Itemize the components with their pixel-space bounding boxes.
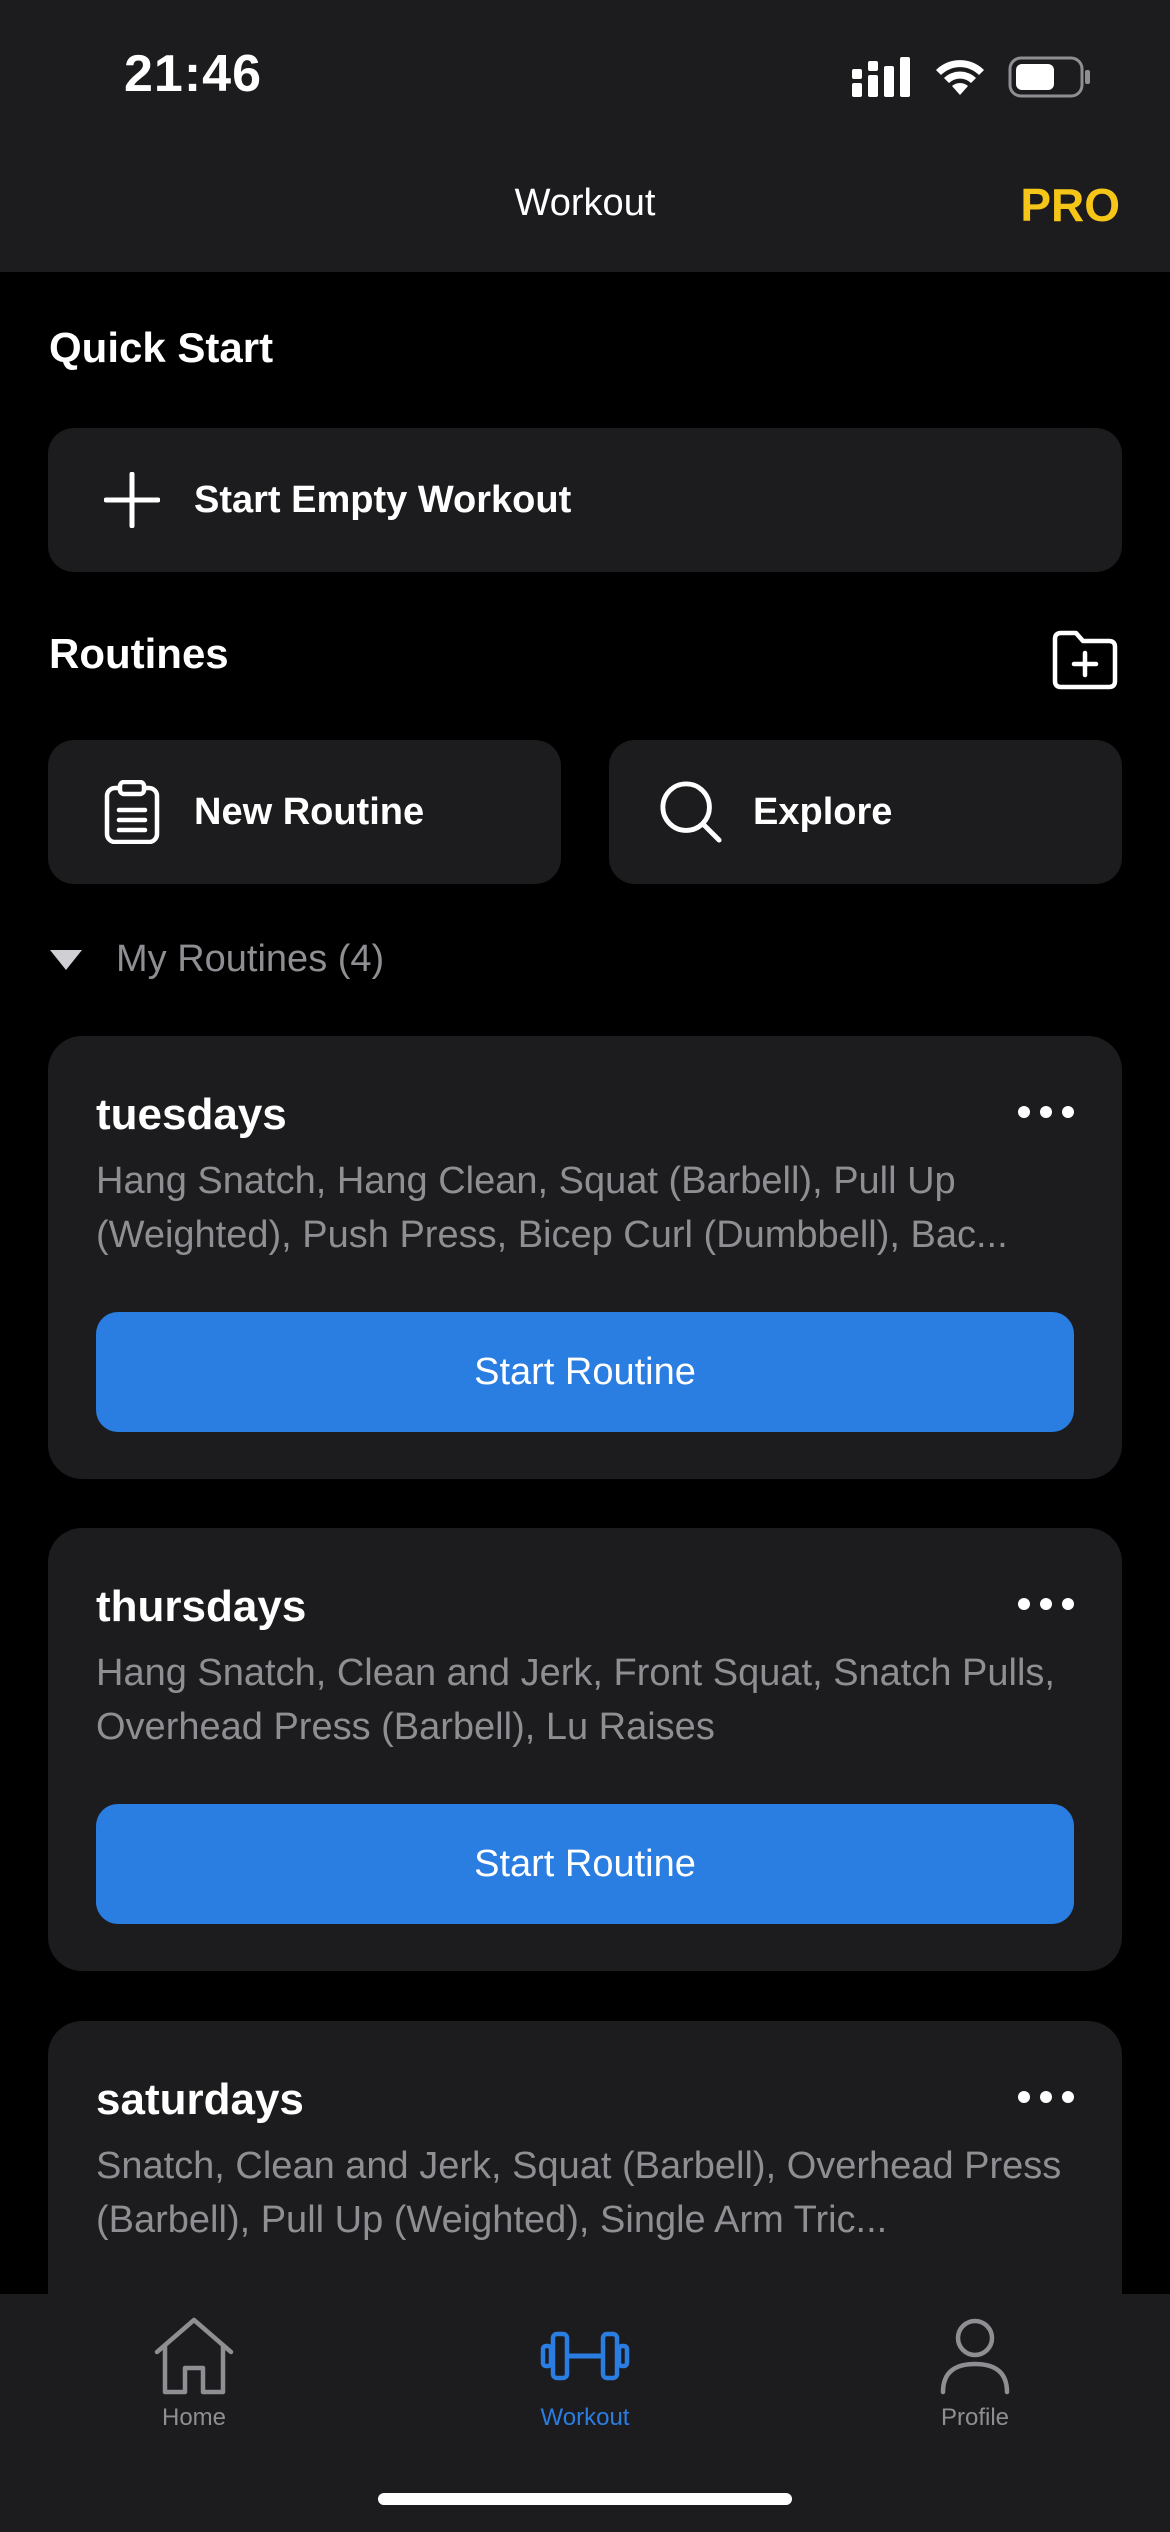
routine-title: saturdays — [96, 2075, 304, 2124]
status-time: 21:46 — [124, 45, 262, 103]
wifi-icon — [936, 60, 984, 95]
tab-workout[interactable]: Workout — [485, 2316, 685, 2432]
my-routines-toggle[interactable]: My Routines (4) — [50, 938, 384, 981]
tab-workout-label: Workout — [540, 2404, 630, 2431]
home-indicator — [378, 2493, 792, 2505]
tab-profile-label: Profile — [940, 2404, 1010, 2431]
plus-icon — [100, 468, 164, 532]
start-empty-workout-label: Start Empty Workout — [194, 478, 572, 521]
tab-home-label: Home — [161, 2404, 227, 2431]
start-routine-button[interactable]: Start Routine — [96, 1804, 1074, 1924]
tab-home[interactable]: Home — [94, 2316, 294, 2432]
new-routine-button[interactable]: New Routine — [48, 740, 561, 884]
routines-title: Routines — [49, 630, 229, 677]
tab-profile[interactable]: Profile — [875, 2316, 1075, 2432]
top-bar: 21:46 Workout PRO — [0, 0, 1170, 272]
start-empty-workout-button[interactable]: Start Empty Workout — [48, 428, 1122, 572]
pro-button[interactable]: PRO — [1020, 178, 1120, 232]
signal-icon — [852, 57, 910, 97]
clipboard-icon — [100, 780, 164, 844]
routine-exercises: Hang Snatch, Hang Clean, Squat (Barbell)… — [96, 1160, 1008, 1256]
new-folder-icon[interactable] — [1050, 623, 1120, 693]
routine-exercises: Snatch, Clean and Jerk, Squat (Barbell),… — [96, 2145, 1062, 2241]
my-routines-label: My Routines (4) — [116, 938, 385, 980]
explore-label: Explore — [753, 790, 893, 833]
routine-exercises: Hang Snatch, Clean and Jerk, Front Squat… — [96, 1652, 1055, 1748]
explore-button[interactable]: Explore — [609, 740, 1122, 884]
dumbbell-icon — [540, 2331, 630, 2381]
routine-title: tuesdays — [96, 1090, 287, 1139]
start-routine-button[interactable]: Start Routine — [96, 1312, 1074, 1432]
profile-icon — [940, 2318, 1010, 2395]
status-icons — [852, 52, 1092, 102]
new-routine-label: New Routine — [194, 790, 425, 833]
collapse-triangle-icon — [50, 949, 82, 970]
home-icon — [154, 2317, 234, 2395]
routine-title: thursdays — [96, 1582, 307, 1631]
more-options-icon[interactable] — [1018, 1598, 1074, 1610]
quick-start-title: Quick Start — [49, 324, 274, 371]
routine-card[interactable]: thursdays Hang Snatch, Clean and Jerk, F… — [48, 1528, 1122, 1971]
more-options-icon[interactable] — [1018, 2091, 1074, 2103]
more-options-icon[interactable] — [1018, 1106, 1074, 1118]
battery-icon — [1008, 56, 1090, 98]
routine-card[interactable]: tuesdays Hang Snatch, Hang Clean, Squat … — [48, 1036, 1122, 1479]
search-icon — [659, 780, 723, 844]
page-title: Workout — [514, 182, 656, 224]
